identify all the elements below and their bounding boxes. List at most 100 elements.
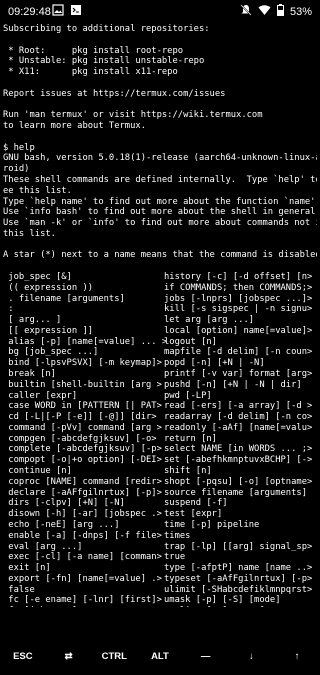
help-entry: source filename [arguments] [164, 487, 307, 498]
help-left-column: job_spec [&] (( expression )) . filename… [3, 272, 167, 607]
terminal-line: Run 'man termux' or visit https://wiki.t… [3, 110, 263, 121]
help-entry: false [3, 584, 35, 595]
status-bar: 09:29:48 53% [0, 0, 320, 24]
help-entry: test [expr] [164, 509, 223, 520]
help-entry: (( expression )) [3, 282, 94, 293]
terminal-line: ee this list. [3, 185, 72, 196]
help-entry: exec [-cl] [-a name] [comman> [3, 552, 162, 563]
ctrl-key[interactable]: CTRL [94, 651, 134, 662]
help-entry: trap [-lp] [[arg] signal_sp> [164, 541, 313, 552]
terminal-line: Subscribing to additional repositories: [3, 24, 210, 34]
help-entry: compgen [-abcdefgjksuv] [-o> [3, 433, 157, 444]
help-entry: fg [job_spec] [3, 606, 167, 607]
terminal-line: roid) [3, 164, 30, 175]
help-entry: complete [-abcdefgjksuv] [-p> [3, 444, 162, 455]
help-entry: : [3, 304, 14, 315]
alt-key[interactable]: ALT [140, 651, 180, 662]
help-entry: pushd [-n] [+N | -N | dir] [164, 379, 302, 390]
up-arrow-key[interactable]: ↑ [277, 651, 317, 662]
help-entry: break [n] [3, 369, 56, 379]
help-right-column: history [-c] [-d offset] [n> if COMMANDS;… [164, 272, 312, 607]
help-entry: logout [n] [164, 336, 217, 347]
dash-key[interactable]: — [186, 651, 226, 662]
help-entry: history [-c] [-d offset] [n> [164, 271, 313, 282]
help-entry: exit [n] [3, 563, 51, 574]
notification-icons [52, 4, 82, 19]
help-entry: if COMMANDS; then COMMANDS;> [164, 282, 313, 293]
terminal-line: this list. [3, 228, 56, 239]
down-arrow-key[interactable]: ↓ [231, 651, 271, 662]
help-entry: unalias [-a] name [name ...> [164, 606, 312, 607]
mute-icon [240, 4, 252, 19]
help-entry: pwd [-LP] [164, 390, 212, 401]
help-entry: fc [-e ename] [-lnr] [first]> [3, 595, 162, 606]
help-entry: coproc [NAME] command [redir> [3, 476, 162, 487]
help-entry: times [164, 530, 191, 541]
help-entry: return [n] [164, 433, 217, 444]
help-entry: compopt [-o|+o option] [-DEI> [3, 455, 162, 466]
help-entry: job_spec [&] [3, 271, 72, 282]
terminal-icon [70, 4, 82, 19]
help-entry: bg [job_spec ...] [3, 347, 99, 358]
terminal-line: These shell commands are defined interna… [3, 174, 317, 185]
help-entry: jobs [-lnprs] [jobspec ...]> [164, 293, 313, 304]
help-entry: builtin [shell-builtin [arg > [3, 379, 162, 390]
esc-key[interactable]: ESC [3, 651, 43, 662]
extra-keys-row: ESC ⇄ CTRL ALT — ↓ ↑ [0, 637, 320, 675]
help-entry: printf [-v var] format [arg> [164, 369, 313, 379]
help-entry: type [-afptP] name [name ..> [164, 563, 313, 574]
terminal-intro-text: Subscribing to additional repositories: … [3, 24, 317, 272]
terminal-line: GNU bash, version 5.0.18(1)-release (aar… [3, 153, 317, 164]
help-entry: popd [-n] [+N | -N] [164, 358, 265, 369]
help-entry: cd [-L|[-P [-e]] [-@]] [dir> [3, 412, 157, 423]
help-entry: select NAME [in WORDS ... ;> [164, 444, 313, 455]
terminal-line: A star (*) next to a name means that the… [3, 250, 317, 261]
help-entry: suspend [-f] [164, 498, 228, 509]
help-entry: let arg [arg ...] [164, 315, 255, 326]
battery-percent: 53% [289, 5, 312, 18]
help-entry: dirs [-clpv] [+N] [-N] [3, 498, 125, 509]
terminal-line: * Unstable: pkg install unstable-repo [3, 56, 205, 67]
help-entry: enable [-a] [-dnps] [-f file> [3, 530, 162, 541]
terminal-line: to learn more about Termux. [3, 121, 146, 132]
help-entry: bind [-lpsvPSVX] [-m keymap]> [3, 358, 162, 369]
help-entry: alias [-p] [name[=value] ... > [3, 336, 168, 347]
battery-icon [276, 4, 284, 19]
terminal-line: Use `man -k' or `info' to find out more … [3, 218, 317, 229]
help-entry: [[ expression ]] [3, 325, 94, 336]
help-entry: mapfile [-d delim] [-n coun> [164, 347, 313, 358]
terminal-line: Use `info bash' to find out more about t… [3, 207, 317, 218]
help-entry: shift [n] [164, 466, 212, 477]
help-entry: . filename [arguments] [3, 293, 125, 304]
wifi-icon [258, 4, 271, 19]
tab-key[interactable]: ⇄ [49, 651, 89, 662]
terminal-line: * X11: pkg install x11-repo [3, 67, 178, 78]
help-entry: time [-p] pipeline [164, 519, 260, 530]
help-entry: declare [-aAFfgilnrtux] [-p]> [3, 487, 162, 498]
help-entry: caller [expr] [3, 390, 78, 401]
status-time: 09:29:48 [8, 6, 51, 18]
help-entry: [ arg... ] [3, 315, 62, 326]
terminal-line: Type `help name' to find out more about … [3, 196, 317, 207]
help-command-list: job_spec [&] (( expression )) . filename… [3, 272, 317, 607]
help-entry: case WORD in [PATTERN [| PAT> [3, 401, 162, 412]
terminal-bottom-gap [0, 609, 320, 637]
help-entry: ulimit [-SHabcdefiklmnpqrst> [164, 584, 313, 595]
help-entry: kill [-s sigspec | -n signu> [164, 304, 313, 315]
help-entry: set [-abefhkmnptuvxBCHP] [-> [164, 455, 313, 466]
help-entry: read [-ers] [-a array] [-d > [164, 401, 313, 412]
help-entry: continue [n] [3, 466, 72, 477]
help-entry: typeset [-aAfFgilnrtux] [-p> [164, 573, 313, 584]
help-entry: readarray [-d delim] [-n co> [164, 412, 313, 423]
system-icons: 53% [240, 4, 312, 19]
help-entry: umask [-p] [-S] [mode] [164, 595, 281, 606]
help-entry: readonly [-aAf] [name[=valu> [164, 422, 313, 433]
help-entry: disown [-h] [-ar] [jobspec .> [3, 509, 162, 520]
help-entry: eval [arg ...] [3, 541, 83, 552]
terminal-line: $ help [3, 142, 35, 153]
help-entry: local [option] name[=value]> [164, 325, 313, 336]
terminal-output[interactable]: Subscribing to additional repositories: … [3, 24, 317, 607]
